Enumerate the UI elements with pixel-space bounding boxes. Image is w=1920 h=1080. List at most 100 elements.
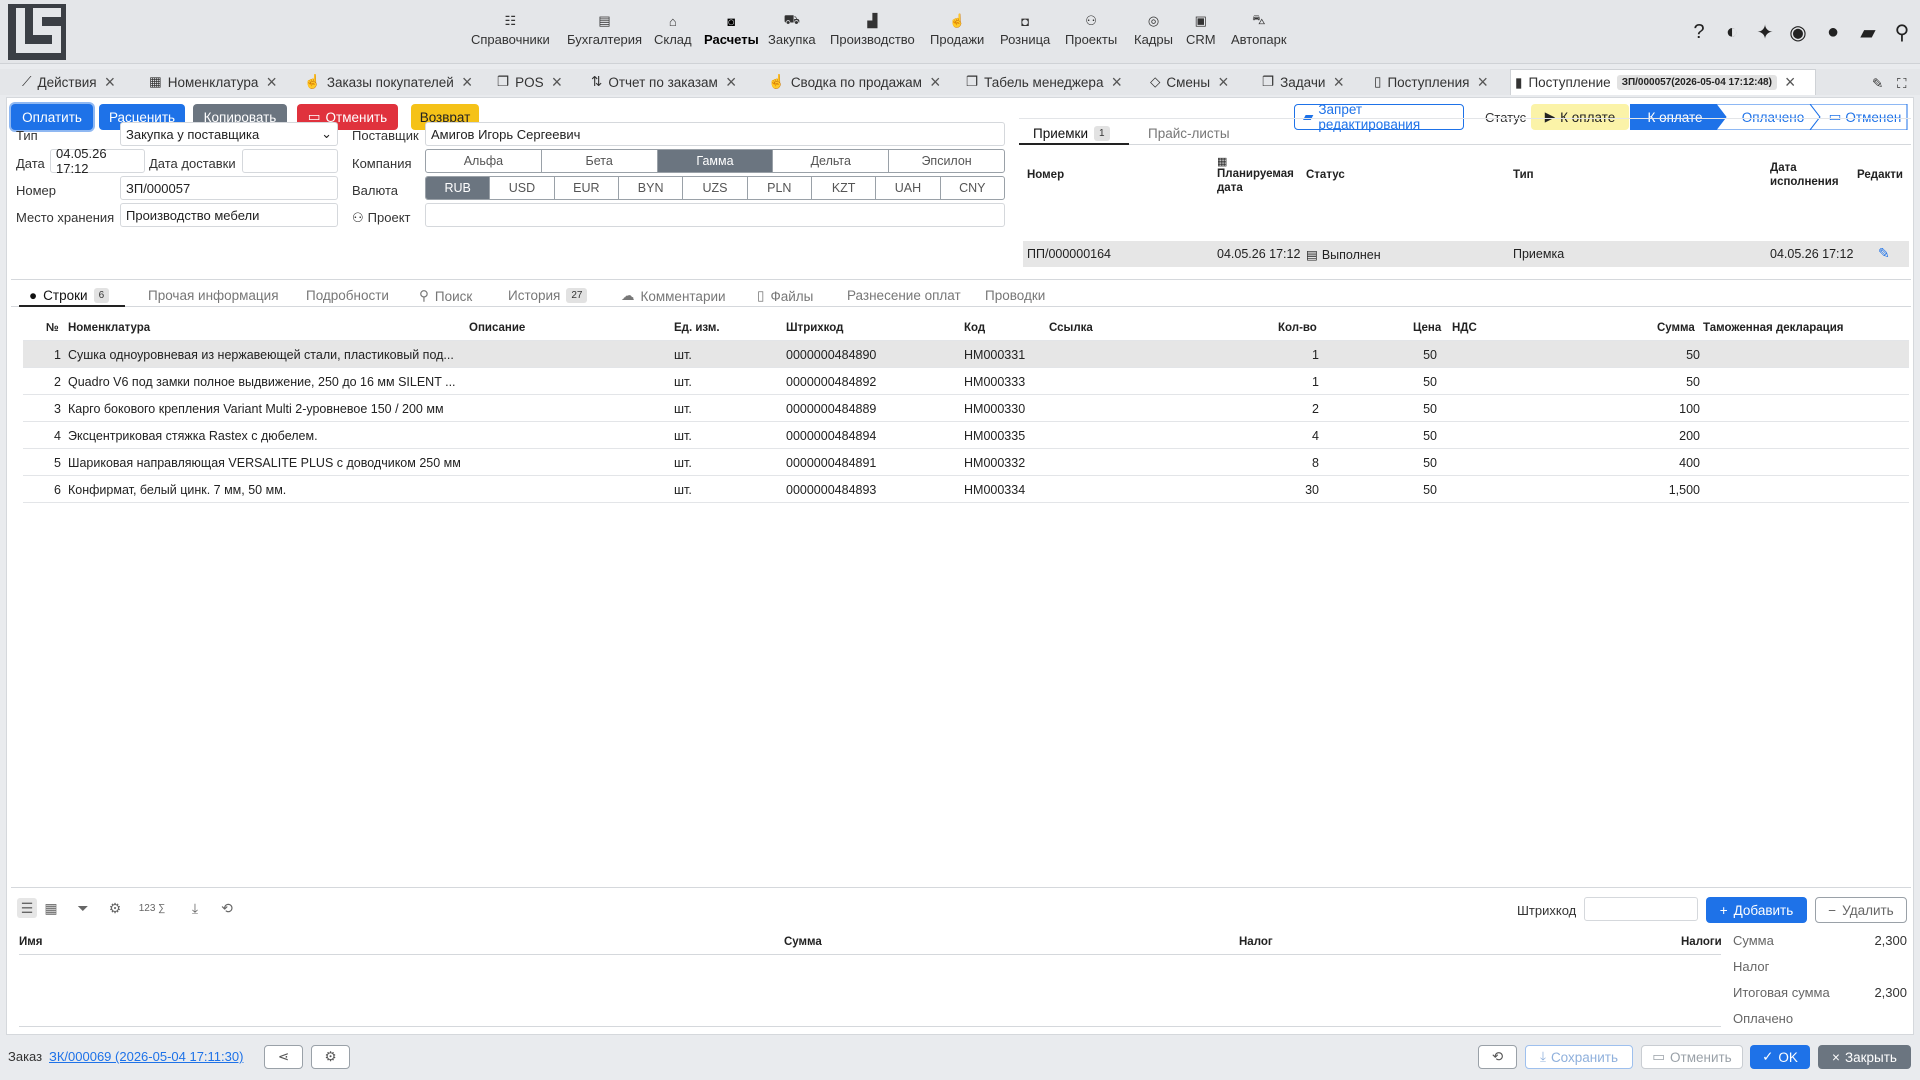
- tab-price-lists[interactable]: Прайс-листы: [1148, 126, 1230, 141]
- close-icon[interactable]: ×: [1218, 72, 1229, 93]
- tab-lines[interactable]: ● Строки 6: [29, 288, 110, 303]
- chat-icon[interactable]: ●: [1821, 20, 1845, 44]
- currency-option[interactable]: PLN: [748, 177, 812, 199]
- cancel-button[interactable]: ▭ Отменить: [1641, 1045, 1743, 1069]
- nav-sales[interactable]: ☝ Продажи: [930, 10, 984, 47]
- help-icon[interactable]: ?: [1687, 20, 1711, 44]
- pin-icon[interactable]: ✦: [1753, 20, 1777, 44]
- storage-field[interactable]: Производство мебели: [120, 203, 338, 227]
- share-icon[interactable]: ⋖: [264, 1045, 303, 1069]
- currency-option[interactable]: UZS: [683, 177, 748, 199]
- ok-button[interactable]: ✓ OK: [1750, 1045, 1810, 1069]
- tab-history[interactable]: История 27: [508, 288, 588, 303]
- tab-customer-orders[interactable]: ☝ Заказы покупателей ×: [300, 69, 472, 95]
- close-icon[interactable]: ×: [930, 72, 941, 93]
- currency-option[interactable]: CNY: [941, 177, 1004, 199]
- tab-pos[interactable]: ❐ POS ×: [493, 69, 562, 95]
- filter-icon[interactable]: ⏷: [73, 898, 93, 918]
- close-icon[interactable]: ×: [266, 72, 277, 93]
- grid-view-icon[interactable]: ▦: [41, 898, 61, 918]
- nav-accounting[interactable]: ▤ Бухгалтерия: [567, 10, 642, 47]
- close-icon[interactable]: ×: [1111, 72, 1122, 93]
- supplier-field[interactable]: Амигов Игорь Сергеевич: [425, 122, 1005, 146]
- edit-pencil-icon[interactable]: ✎: [1868, 71, 1883, 97]
- type-select[interactable]: Закупка у поставщика ⌄: [120, 122, 338, 146]
- step-paid[interactable]: Оплачено: [1727, 105, 1819, 129]
- tab-tasks[interactable]: ❐ Задачи ×: [1258, 69, 1344, 95]
- tab-comments[interactable]: ☁ Комментарии: [621, 288, 726, 304]
- tab-acceptances[interactable]: Приемки 1: [1033, 126, 1110, 141]
- nav-crm[interactable]: ▣ CRM: [1186, 10, 1216, 47]
- nav-purchasing[interactable]: ⛟ Закупка: [768, 10, 816, 47]
- pay-button[interactable]: Оплатить: [11, 104, 93, 130]
- company-option-selected[interactable]: Гамма: [657, 150, 774, 172]
- tab-other-info[interactable]: Прочая информация: [148, 288, 279, 303]
- date-field[interactable]: 04.05.26 17:12: [50, 146, 145, 176]
- settings-icon[interactable]: ⚙: [105, 898, 125, 918]
- delivery-date-field[interactable]: [242, 149, 338, 173]
- project-field[interactable]: [425, 203, 1005, 227]
- delete-button[interactable]: − Удалить: [1815, 897, 1907, 923]
- search-icon[interactable]: ⚲: [1890, 20, 1914, 44]
- fullscreen-icon[interactable]: ⛶: [1893, 71, 1906, 97]
- company-option[interactable]: Дельта: [773, 150, 890, 172]
- gear-icon[interactable]: ⚙: [311, 1045, 350, 1069]
- tab-nomenclature[interactable]: ▦ Номенклатура ×: [145, 69, 277, 95]
- nav-production[interactable]: ▟ Производство: [830, 10, 915, 47]
- nav-projects[interactable]: ⚇ Проекты: [1065, 10, 1117, 47]
- currency-option[interactable]: USD: [490, 177, 555, 199]
- edit-icon[interactable]: ✎: [1878, 245, 1890, 262]
- nav-references[interactable]: ☷ Справочники: [471, 10, 550, 47]
- reload-icon[interactable]: ⟲: [1478, 1045, 1517, 1069]
- download-icon[interactable]: ⤓: [185, 898, 205, 918]
- lock-icon[interactable]: ▰: [1856, 20, 1880, 44]
- list-view-icon[interactable]: ☰: [17, 898, 37, 918]
- tab-details[interactable]: Подробности: [306, 288, 389, 303]
- close-icon[interactable]: ×: [726, 72, 737, 93]
- nav-retail[interactable]: ◘ Розница: [1000, 10, 1050, 48]
- close-icon[interactable]: ×: [462, 72, 473, 93]
- lock-edit-button[interactable]: ▰ Запрет редактирования: [1294, 102, 1464, 132]
- currency-option[interactable]: BYN: [619, 177, 684, 199]
- nav-hr[interactable]: ◎ Кадры: [1134, 10, 1173, 47]
- close-icon[interactable]: ×: [1333, 72, 1344, 93]
- nav-settlements[interactable]: ◙ Расчеты: [704, 10, 759, 48]
- close-button[interactable]: × Закрыть: [1818, 1045, 1911, 1069]
- tab-search[interactable]: ⚲ Поиск: [419, 288, 472, 304]
- theme-contrast-icon[interactable]: ◐: [1720, 20, 1744, 44]
- company-option[interactable]: Бета: [542, 150, 658, 172]
- currency-option[interactable]: EUR: [555, 177, 619, 199]
- close-icon[interactable]: ×: [552, 72, 563, 93]
- tab-payment-allocation[interactable]: Разнесение оплат: [847, 288, 961, 303]
- close-icon[interactable]: ×: [1785, 72, 1796, 93]
- step-cancelled[interactable]: ▭ Отменен: [1821, 105, 1909, 129]
- step-to-pay[interactable]: К оплате: [1630, 105, 1720, 129]
- tab-receipts[interactable]: ▯ Поступления ×: [1370, 69, 1488, 95]
- close-icon[interactable]: ×: [1478, 72, 1489, 93]
- company-option[interactable]: Альфа: [426, 150, 542, 172]
- sum-icon[interactable]: 123 ∑: [135, 898, 169, 918]
- currency-option[interactable]: KZT: [812, 177, 877, 199]
- tab-orders-report[interactable]: ⇅ Отчет по заказам ×: [587, 69, 736, 95]
- tab-shifts[interactable]: ◇ Смены ×: [1146, 69, 1229, 95]
- save-button[interactable]: ⤓ Сохранить: [1525, 1045, 1633, 1069]
- company-option[interactable]: Эпсилон: [889, 150, 1004, 172]
- order-link[interactable]: ЗК/000069 (2026-05-04 17:11:30): [49, 1049, 243, 1064]
- currency-option[interactable]: UAH: [876, 177, 941, 199]
- app-logo[interactable]: [8, 4, 66, 60]
- nav-warehouse[interactable]: ⌂ Склад: [654, 10, 692, 48]
- tab-actions[interactable]: ⟋ Действия ×: [18, 69, 115, 95]
- tab-manager-timesheet[interactable]: ❐ Табель менеджера ×: [962, 69, 1122, 95]
- tab-postings[interactable]: Проводки: [985, 288, 1045, 303]
- close-icon[interactable]: ×: [105, 72, 116, 93]
- number-field[interactable]: ЗП/000057: [120, 176, 338, 200]
- tab-files[interactable]: ▯ Файлы: [757, 288, 813, 304]
- currency-option-selected[interactable]: RUB: [426, 177, 491, 199]
- tab-receipt-active[interactable]: ▮ Поступление ЗП/000057(2026-05-04 17:12:4…: [1510, 69, 1816, 95]
- refresh-icon[interactable]: ⟲: [217, 898, 237, 918]
- barcode-input[interactable]: [1584, 897, 1698, 921]
- eye-icon[interactable]: ◉: [1786, 20, 1810, 44]
- nav-fleet[interactable]: ⛍ Автопарк: [1231, 10, 1287, 47]
- tab-sales-summary[interactable]: ☝ Сводка по продажам ×: [764, 69, 940, 95]
- add-button[interactable]: + Добавить: [1706, 897, 1807, 923]
